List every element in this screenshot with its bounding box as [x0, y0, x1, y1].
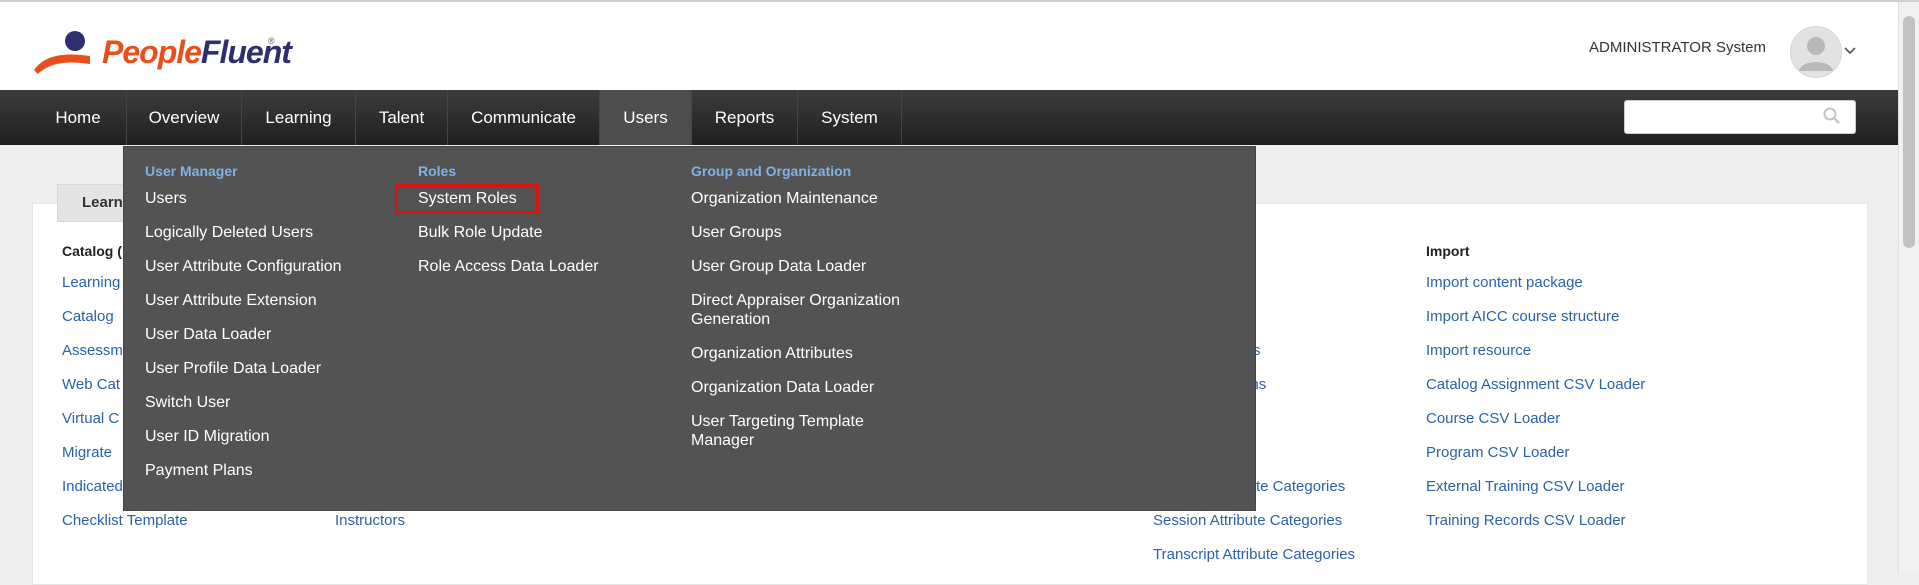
nav-home[interactable]: Home	[38, 90, 118, 145]
logo-word-people: People	[102, 34, 202, 70]
menu-item-organization-attributes[interactable]: Organization Attributes	[691, 344, 853, 363]
menu-item-user-profile-data-loader[interactable]: User Profile Data Loader	[145, 359, 321, 378]
chevron-down-icon[interactable]	[1842, 44, 1858, 58]
users-dropdown-menu: User Manager Users Logically Deleted Use…	[123, 146, 1256, 511]
group-organization-heading: Group and Organization	[691, 163, 852, 179]
import-link[interactable]: Course CSV Loader	[1426, 410, 1560, 427]
menu-item-user-groups[interactable]: User Groups	[691, 223, 782, 242]
menu-item-direct-appraiser-organization-generation[interactable]: Direct Appraiser Organization Generation	[691, 291, 926, 329]
peoplefluent-logo[interactable]: PeopleFluent ®	[32, 26, 292, 76]
logo-figure-icon	[34, 31, 90, 74]
import-link[interactable]: Program CSV Loader	[1426, 444, 1569, 461]
user-silhouette-icon	[1799, 37, 1833, 71]
logo-registered-mark: ®	[268, 36, 275, 46]
catalog-link[interactable]: Learning	[62, 274, 120, 291]
tab-learning-label: Learn	[82, 194, 123, 211]
nav-overview[interactable]: Overview	[126, 90, 242, 145]
nav-users[interactable]: Users	[600, 90, 692, 145]
configuration-link[interactable]: Transcript Attribute Categories	[1153, 546, 1355, 563]
nav-talent[interactable]: Talent	[356, 90, 448, 145]
menu-item-organization-maintenance[interactable]: Organization Maintenance	[691, 189, 878, 208]
catalog-link[interactable]: Web Cat	[62, 376, 120, 393]
import-link[interactable]: Import content package	[1426, 274, 1583, 291]
menu-item-user-data-loader[interactable]: User Data Loader	[145, 325, 271, 344]
catalog-column-heading: Catalog (	[62, 243, 122, 259]
main-nav: Home Overview Learning Talent Communicat…	[0, 90, 1898, 145]
menu-item-bulk-role-update[interactable]: Bulk Role Update	[418, 223, 543, 242]
menu-item-system-roles[interactable]: System Roles	[418, 189, 517, 208]
import-column-heading: Import	[1426, 243, 1470, 259]
menu-item-user-id-migration[interactable]: User ID Migration	[145, 427, 269, 446]
catalog-link[interactable]: Indicated	[62, 478, 123, 495]
menu-item-switch-user[interactable]: Switch User	[145, 393, 230, 412]
logo-wordmark: PeopleFluent	[102, 34, 292, 71]
search-icon[interactable]	[1822, 106, 1842, 126]
nav-system[interactable]: System	[798, 90, 902, 145]
user-manager-heading: User Manager	[145, 163, 238, 179]
nav-learning[interactable]: Learning	[242, 90, 356, 145]
avatar[interactable]	[1790, 26, 1842, 78]
catalog-link[interactable]: Virtual C	[62, 410, 119, 427]
instructors-link[interactable]: Instructors	[335, 512, 405, 529]
nav-communicate[interactable]: Communicate	[448, 90, 600, 145]
menu-item-payment-plans[interactable]: Payment Plans	[145, 461, 253, 480]
menu-item-user-targeting-template-manager[interactable]: User Targeting Template Manager	[691, 412, 891, 450]
catalog-link[interactable]: Checklist Template	[62, 512, 188, 529]
logo-word-fluent: Fluent	[200, 34, 292, 70]
import-link[interactable]: Training Records CSV Loader	[1426, 512, 1626, 529]
import-link[interactable]: Import resource	[1426, 342, 1531, 359]
import-link[interactable]: Import AICC course structure	[1426, 308, 1619, 325]
catalog-link[interactable]: Migrate	[62, 444, 112, 461]
menu-item-role-access-data-loader[interactable]: Role Access Data Loader	[418, 257, 599, 276]
menu-item-user-group-data-loader[interactable]: User Group Data Loader	[691, 257, 866, 276]
menu-item-users[interactable]: Users	[145, 189, 187, 208]
menu-item-organization-data-loader[interactable]: Organization Data Loader	[691, 378, 874, 397]
configuration-link[interactable]: te Categories	[1256, 478, 1345, 495]
configuration-link[interactable]: Session Attribute Categories	[1153, 512, 1342, 529]
catalog-link[interactable]: Catalog	[62, 308, 114, 325]
nav-reports[interactable]: Reports	[692, 90, 798, 145]
app-header: PeopleFluent ® ADMINISTRATOR System	[0, 2, 1898, 90]
scrollbar-thumb[interactable]	[1903, 16, 1915, 248]
user-name[interactable]: ADMINISTRATOR System	[1589, 39, 1766, 56]
import-link[interactable]: External Training CSV Loader	[1426, 478, 1624, 495]
catalog-link[interactable]: Assessm	[62, 342, 123, 359]
vertical-scrollbar[interactable]	[1898, 2, 1919, 574]
roles-heading: Roles	[418, 163, 457, 179]
import-link[interactable]: Catalog Assignment CSV Loader	[1426, 376, 1645, 393]
menu-item-logically-deleted-users[interactable]: Logically Deleted Users	[145, 223, 313, 242]
menu-item-user-attribute-configuration[interactable]: User Attribute Configuration	[145, 257, 342, 276]
menu-item-user-attribute-extension[interactable]: User Attribute Extension	[145, 291, 317, 310]
